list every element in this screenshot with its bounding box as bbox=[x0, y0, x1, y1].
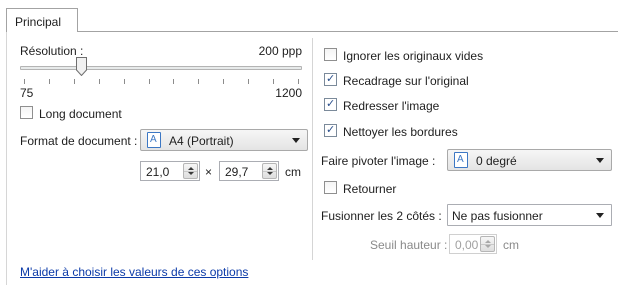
panel-left-border bbox=[6, 31, 7, 285]
flip-checkbox[interactable] bbox=[324, 181, 337, 194]
slider-tick bbox=[99, 79, 100, 84]
chevron-down-icon bbox=[596, 158, 604, 163]
flip-label: Retourner bbox=[343, 182, 397, 196]
checkmark-icon: ✓ bbox=[326, 73, 336, 85]
slider-tick bbox=[248, 79, 249, 84]
resolution-max-label: 1200 bbox=[275, 86, 302, 100]
long-document-label: Long document bbox=[39, 107, 122, 121]
crop-to-original-checkbox[interactable]: ✓ bbox=[324, 73, 337, 86]
tab-strip-border bbox=[78, 31, 618, 32]
clean-borders-checkbox[interactable]: ✓ bbox=[324, 124, 337, 137]
resolution-slider-thumb[interactable] bbox=[76, 57, 87, 76]
document-a-icon: A bbox=[454, 152, 468, 168]
long-document-checkbox[interactable] bbox=[20, 106, 33, 119]
document-size-unit: cm bbox=[285, 165, 301, 179]
tab-principal[interactable]: Principal bbox=[6, 8, 78, 32]
rotate-image-label: Faire pivoter l'image : bbox=[321, 154, 436, 168]
resolution-value: 200 ppp bbox=[258, 44, 302, 58]
document-width-stepper[interactable]: 21,0 bbox=[140, 161, 200, 181]
slider-tick bbox=[198, 79, 199, 84]
times-sign: × bbox=[205, 165, 213, 179]
document-height-stepper[interactable]: 29,7 bbox=[219, 161, 279, 181]
spin-buttons-icon[interactable] bbox=[183, 163, 198, 179]
document-width-value: 21,0 bbox=[146, 165, 170, 179]
slider-tick bbox=[24, 79, 25, 84]
ignore-blank-originals-label: Ignorer les originaux vides bbox=[343, 49, 484, 63]
slider-tick bbox=[223, 79, 224, 84]
document-format-selected: A4 (Portrait) bbox=[169, 134, 234, 148]
resolution-slider-track[interactable] bbox=[20, 66, 302, 70]
chevron-down-icon bbox=[292, 138, 300, 143]
crop-to-original-label: Recadrage sur l'original bbox=[343, 74, 469, 88]
slider-tick bbox=[49, 79, 50, 84]
height-threshold-label: Seuil hauteur : bbox=[370, 238, 448, 252]
slider-tick bbox=[273, 79, 274, 84]
slider-tick bbox=[173, 79, 174, 84]
column-divider bbox=[312, 38, 313, 260]
straighten-image-label: Redresser l'image bbox=[343, 99, 440, 113]
merge-sides-dropdown[interactable]: Ne pas fusionner bbox=[447, 204, 612, 226]
spin-buttons-icon[interactable] bbox=[262, 163, 277, 179]
resolution-label: Résolution : bbox=[20, 44, 84, 58]
slider-tick bbox=[74, 79, 75, 84]
straighten-image-checkbox[interactable]: ✓ bbox=[324, 98, 337, 111]
rotate-image-selected: 0 degré bbox=[476, 154, 517, 168]
document-format-dropdown[interactable]: A A4 (Portrait) bbox=[140, 129, 308, 151]
spin-buttons-icon[interactable] bbox=[480, 236, 495, 252]
ignore-blank-originals-checkbox[interactable] bbox=[324, 48, 337, 61]
checkmark-icon: ✓ bbox=[326, 124, 336, 136]
slider-tick bbox=[124, 79, 125, 84]
height-threshold-stepper[interactable]: 0,00 bbox=[449, 234, 497, 254]
merge-sides-selected: Ne pas fusionner bbox=[452, 209, 543, 223]
help-choose-values-link[interactable]: M'aider à choisir les valeurs de ces opt… bbox=[20, 265, 248, 279]
height-threshold-unit: cm bbox=[503, 238, 519, 252]
document-format-label: Format de document : bbox=[20, 134, 138, 148]
slider-tick bbox=[298, 79, 299, 84]
checkmark-icon: ✓ bbox=[326, 98, 336, 110]
tab-label: Principal bbox=[15, 15, 62, 29]
document-a-icon: A bbox=[147, 132, 161, 148]
clean-borders-label: Nettoyer les bordures bbox=[343, 125, 458, 139]
rotate-image-dropdown[interactable]: A 0 degré bbox=[447, 149, 612, 171]
slider-tick bbox=[149, 79, 150, 84]
merge-sides-label: Fusionner les 2 côtés : bbox=[321, 209, 442, 223]
height-threshold-value: 0,00 bbox=[455, 238, 479, 252]
chevron-down-icon bbox=[596, 213, 604, 218]
document-height-value: 29,7 bbox=[225, 165, 249, 179]
resolution-min-label: 75 bbox=[20, 86, 34, 100]
